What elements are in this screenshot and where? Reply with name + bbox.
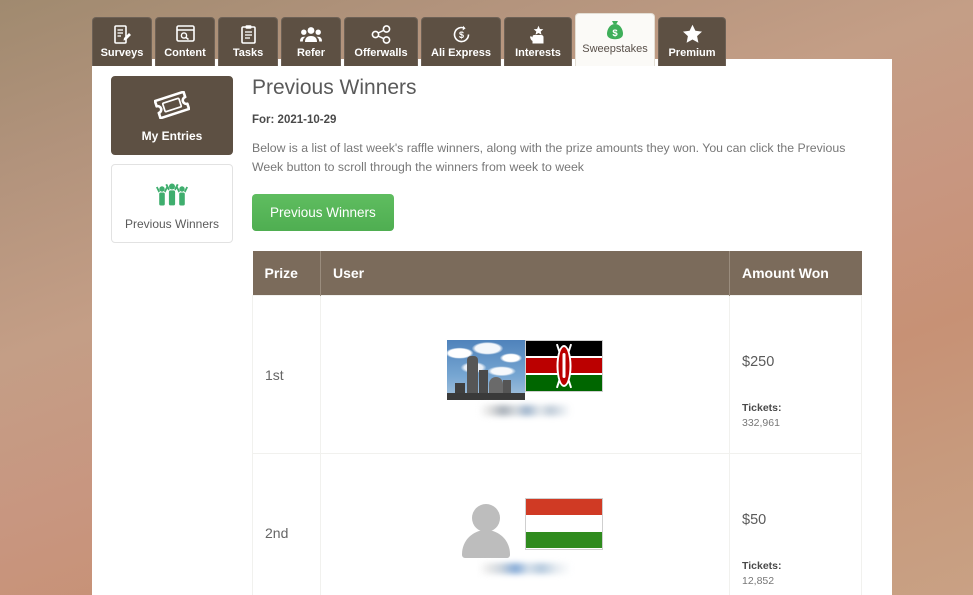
winners-table: Prize User Amount Won 1st $250 Tickets: …	[252, 251, 862, 595]
main-panel: My Entries Previous Winners Previous Win…	[92, 59, 892, 595]
clipboard-icon	[240, 23, 256, 45]
tab-label: Refer	[296, 47, 326, 59]
column-header-prize: Prize	[252, 251, 321, 296]
amount-value: $250	[742, 354, 775, 370]
dollar-refresh-icon: $	[452, 23, 471, 45]
column-header-amount: Amount Won	[729, 251, 862, 296]
money-bag-icon: $	[606, 19, 624, 41]
tab-tasks[interactable]: Tasks	[218, 17, 278, 66]
ticket-icon	[154, 90, 190, 120]
tab-sweepstakes[interactable]: $ Sweepstakes	[575, 13, 655, 66]
tab-label: Offerwalls	[354, 47, 408, 59]
svg-text:$: $	[612, 28, 618, 39]
tickets-value: 12,852	[742, 575, 775, 587]
tab-interests[interactable]: Interests	[504, 17, 572, 66]
previous-winners-button[interactable]: Previous Winners	[252, 194, 394, 231]
table-header-row: Prize User Amount Won	[252, 251, 862, 296]
cell-prize: 2nd	[252, 453, 321, 595]
city-skyline-photo	[447, 339, 525, 400]
crowd-people-icon	[155, 178, 189, 208]
tab-label: Sweepstakes	[582, 43, 648, 55]
tab-label: Interests	[515, 47, 561, 59]
tab-offerwalls[interactable]: Offerwalls	[344, 17, 418, 66]
kenya-flag	[525, 339, 603, 392]
tickets-value: 332,961	[742, 417, 780, 429]
cell-user	[320, 295, 730, 454]
cell-amount-won: $250 Tickets: 332,961	[729, 295, 862, 454]
tab-label: Content	[164, 47, 206, 59]
tickets-label: Tickets:	[742, 560, 782, 572]
table-row: 1st $250 Tickets: 332,961	[252, 295, 862, 454]
sidebar-item-my-entries[interactable]: My Entries	[111, 76, 233, 155]
content-browser-icon	[175, 23, 195, 45]
people-group-icon	[300, 23, 322, 45]
username-redacted	[479, 562, 571, 574]
cell-prize: 1st	[252, 295, 321, 454]
tickets-label: Tickets:	[742, 402, 782, 414]
column-header-user: User	[320, 251, 730, 296]
tab-label: Surveys	[100, 47, 144, 59]
page-description: Below is a list of last week's raffle wi…	[252, 141, 846, 174]
table-row: 2nd $50 Tickets: 12,852	[252, 453, 862, 595]
survey-form-icon	[113, 23, 131, 45]
share-nodes-icon	[371, 23, 392, 45]
tab-premium[interactable]: Premium	[658, 17, 726, 66]
cell-amount-won: $50 Tickets: 12,852	[729, 453, 862, 595]
hungary-flag	[525, 497, 603, 550]
content-area: Previous Winners For: 2021-10-29 Below i…	[252, 59, 892, 595]
tab-surveys[interactable]: Surveys	[92, 17, 152, 66]
cell-user	[320, 453, 730, 595]
for-date-label: For: 2021-10-29	[252, 114, 337, 126]
tab-label: Ali Express	[431, 47, 491, 59]
tab-ali-express[interactable]: $ Ali Express	[421, 17, 501, 66]
sidebar-item-label: My Entries	[141, 129, 203, 143]
username-redacted	[479, 404, 571, 416]
star-icon	[682, 23, 703, 45]
default-person-avatar	[447, 498, 525, 558]
svg-text:$: $	[458, 30, 463, 40]
sidebar-item-label: Previous Winners	[124, 217, 220, 231]
page-title: Previous Winners	[252, 76, 417, 99]
sidebar-item-previous-winners[interactable]: Previous Winners	[111, 164, 233, 243]
hand-star-icon	[528, 23, 548, 45]
tab-content[interactable]: Content	[155, 17, 215, 66]
amount-value: $50	[742, 512, 767, 528]
tab-refer[interactable]: Refer	[281, 17, 341, 66]
tab-label: Tasks	[232, 47, 264, 59]
sweepstakes-sidebar: My Entries Previous Winners	[92, 59, 252, 595]
tab-label: Premium	[668, 47, 716, 59]
main-tab-bar[interactable]: Surveys Content Tasks Refer Offerwalls $…	[92, 13, 726, 66]
